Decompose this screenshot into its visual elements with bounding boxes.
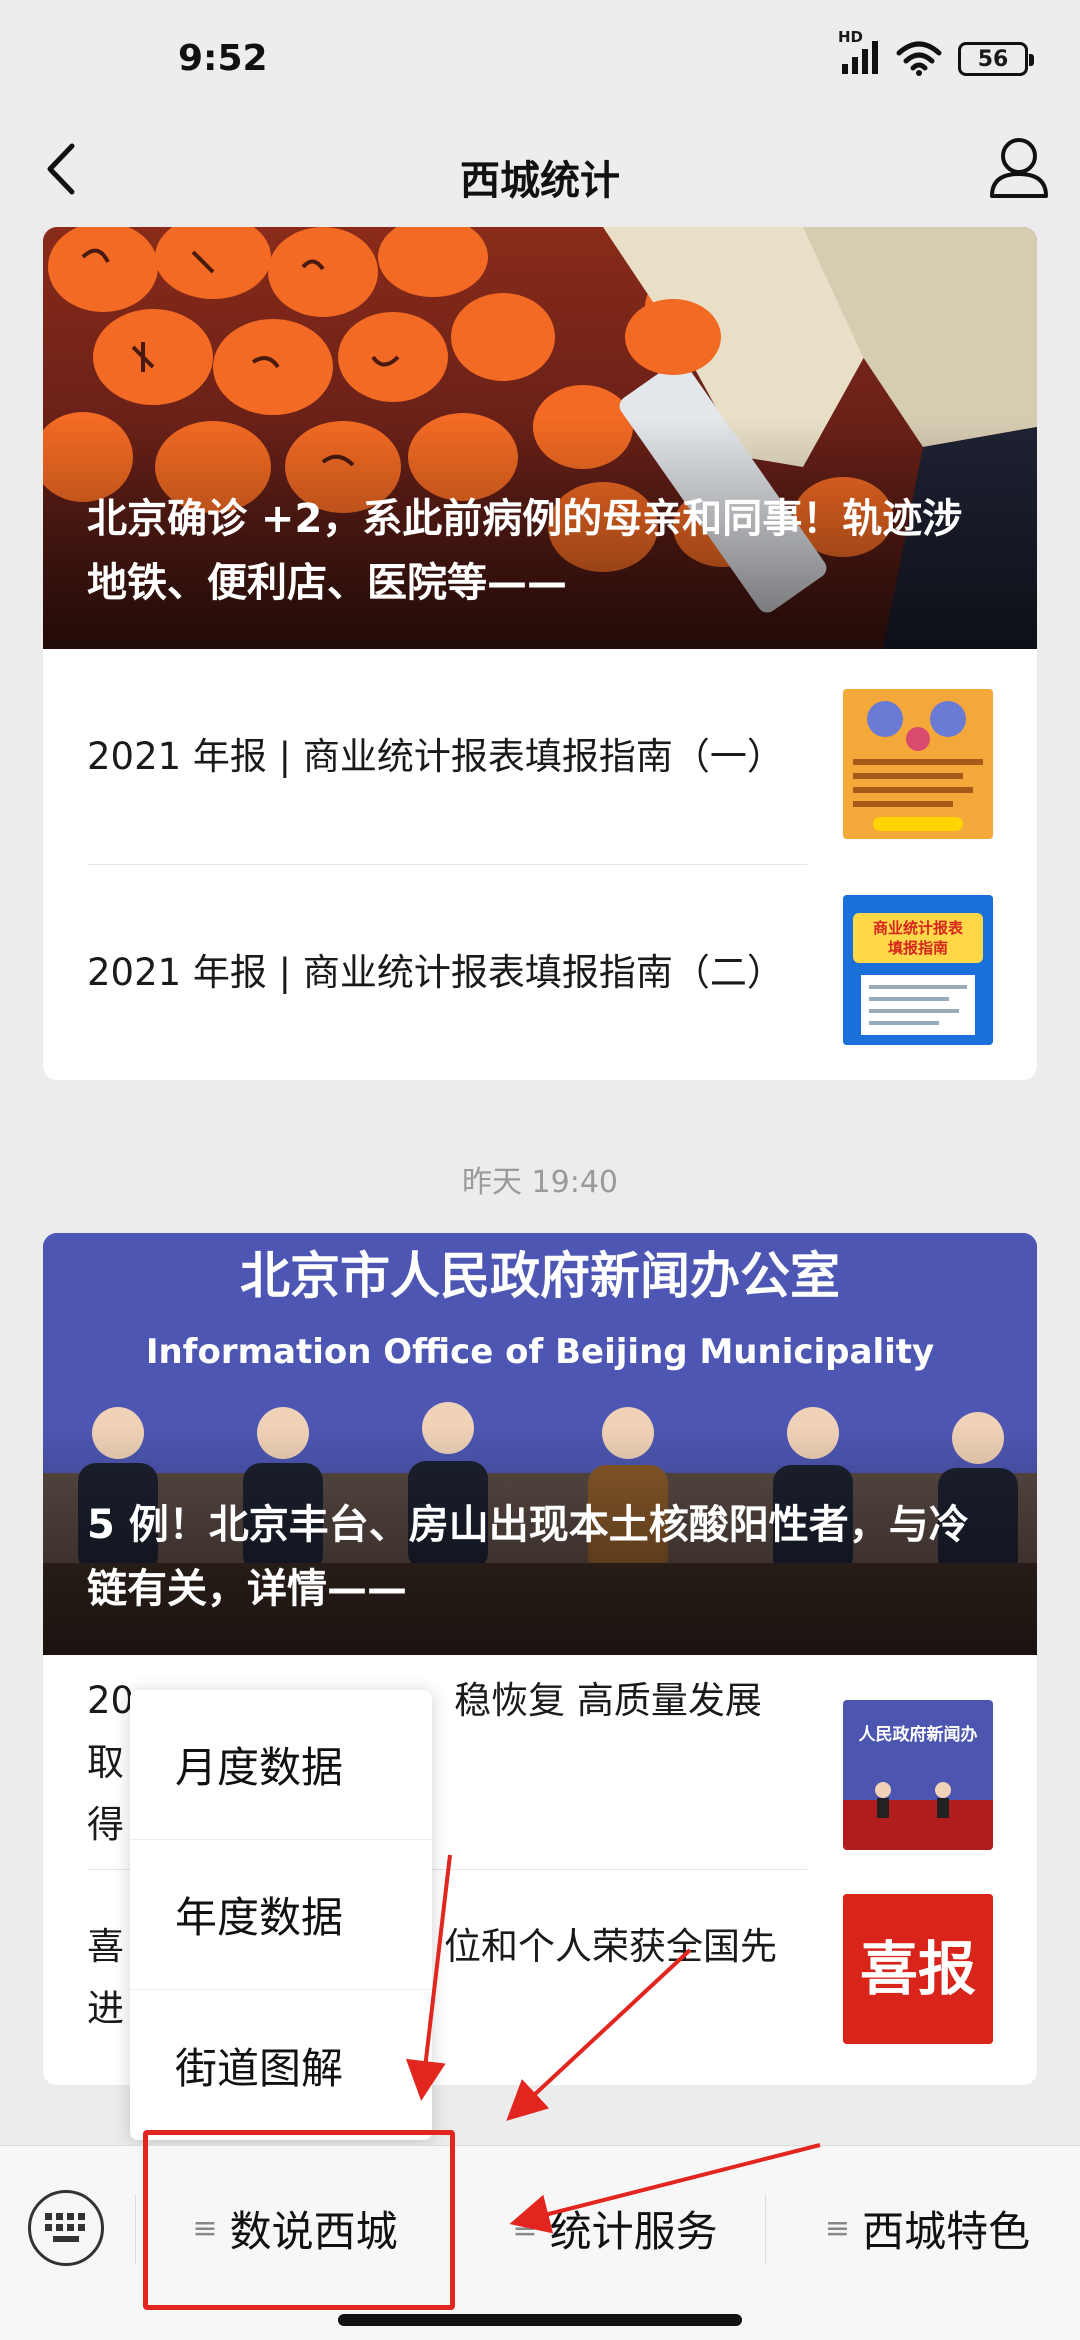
thumbnail-image: 喜报 xyxy=(843,1894,993,2044)
wifi-icon xyxy=(896,41,942,76)
list-item-title-line2: 得 xyxy=(87,1802,124,1846)
tab-separator xyxy=(450,2194,451,2264)
status-bar: 9:52 HD 56 xyxy=(0,0,1080,120)
hd-label: HD xyxy=(838,28,864,46)
hero-article[interactable]: 北京确诊 +2，系此前病例的母亲和同事！轨迹涉地铁、便利店、医院等—— xyxy=(43,227,1037,649)
list-item-title-start: 20 xyxy=(87,1678,135,1722)
list-item-title-line2: 进 xyxy=(87,1986,124,2030)
hero-title: 5 例！北京丰台、房山出现本土核酸阳性者，与冷链有关，详情—— xyxy=(87,1502,969,1612)
thumbnail-label: 填报指南 xyxy=(888,939,948,957)
bottom-menu-bar: ≡ 数说西城 ≡ 统计服务 ≡ 西城特色 xyxy=(0,2145,1080,2340)
menu-lines-icon: ≡ xyxy=(824,2210,851,2246)
thumbnail-image xyxy=(843,689,993,839)
popup-submenu: 月度数据 年度数据 街道图解 xyxy=(130,1690,432,2140)
thumbnail-label: 商业统计报表 xyxy=(873,919,964,937)
home-indicator[interactable] xyxy=(338,2314,742,2326)
page-title: 西城统计 xyxy=(460,158,620,204)
profile-icon[interactable] xyxy=(984,130,1054,204)
list-item-title-rest: 位和个人荣获全国先 xyxy=(444,1924,777,1968)
thumbnail-image: 人民政府新闻办 xyxy=(843,1700,993,1850)
battery-level: 56 xyxy=(977,46,1009,72)
hero-article[interactable]: 北京市人民政府新闻办公室 Information Office of Beiji… xyxy=(43,1233,1037,1655)
thumbnail-label: 人民政府新闻办 xyxy=(859,1724,978,1745)
status-icons: HD 56 xyxy=(838,28,1034,78)
list-item-title: 2021 年报 | 商业统计报表填报指南（一） xyxy=(87,735,784,778)
tab-separator xyxy=(135,2194,136,2264)
menu-tab-data-xicheng[interactable]: ≡ 数说西城 xyxy=(160,2190,430,2266)
keyboard-toggle-button[interactable] xyxy=(28,2190,104,2266)
status-time: 9:52 xyxy=(178,38,268,79)
message-timestamp: 昨天 19:40 xyxy=(462,1165,618,1200)
menu-lines-icon: ≡ xyxy=(192,2210,218,2246)
hero-banner-cn: 北京市人民政府新闻办公室 xyxy=(240,1247,840,1305)
menu-lines-icon: ≡ xyxy=(512,2210,538,2246)
menu-tab-label: 数说西城 xyxy=(229,2206,398,2256)
menu-item-annual-data[interactable]: 年度数据 xyxy=(130,1840,432,1990)
menu-item-monthly-data[interactable]: 月度数据 xyxy=(130,1690,432,1840)
list-item[interactable]: 2021 年报 | 商业统计报表填报指南（一） xyxy=(43,649,1037,865)
thumbnail-image: 商业统计报表 填报指南 xyxy=(843,895,993,1045)
hero-banner-en: Information Office of Beijing Municipali… xyxy=(146,1332,934,1372)
menu-item-street-illustration[interactable]: 街道图解 xyxy=(130,1990,432,2140)
article-card: 北京确诊 +2，系此前病例的母亲和同事！轨迹涉地铁、便利店、医院等—— 2021… xyxy=(43,227,1037,1080)
hero-title: 北京确诊 +2，系此前病例的母亲和同事！轨迹涉地铁、便利店、医院等—— xyxy=(87,496,963,606)
menu-tab-label: 西城特色 xyxy=(862,2206,1031,2256)
signal-icon: HD xyxy=(838,28,880,78)
keyboard-icon xyxy=(45,2213,85,2242)
thumbnail-label: 喜报 xyxy=(860,1935,976,2003)
menu-tab-statistics-service[interactable]: ≡ 统计服务 xyxy=(470,2190,760,2266)
list-item-title: 2021 年报 | 商业统计报表填报指南（二） xyxy=(87,950,784,994)
nav-bar: 西城统计 xyxy=(0,120,1080,220)
menu-tab-label: 统计服务 xyxy=(549,2206,718,2256)
menu-tab-xicheng-features[interactable]: ≡ 西城特色 xyxy=(785,2190,1070,2266)
list-item-title-start: 喜 xyxy=(87,1924,124,1968)
tab-separator xyxy=(765,2194,766,2264)
battery-icon: 56 xyxy=(958,42,1034,76)
list-item[interactable]: 2021 年报 | 商业统计报表填报指南（二） 商业统计报表 填报指南 xyxy=(43,865,1037,1080)
